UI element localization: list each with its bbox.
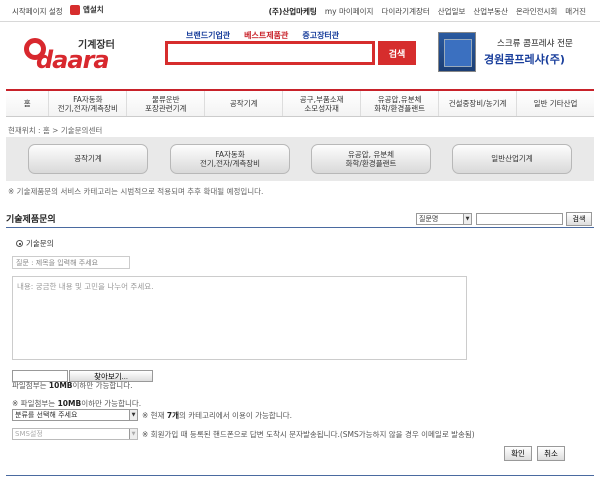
category-note-prefix: ※ 현재 [142,411,167,420]
util-link-mypage[interactable]: my 마이페이지 [325,6,374,17]
file-note-size: 10MB [48,381,73,390]
category-hydraulic-chemical[interactable]: 유공압,유분체 화학/환경플랜트 [361,91,440,116]
page-title: 기술제품문의 [6,215,56,225]
service-notice: ※ 기술제품문의 서비스 카테고리는 시범적으로 적용되며 추후 확대될 예정입… [8,187,264,196]
subcat-general-machinery[interactable]: 일반산업기계 [452,144,572,174]
category-home[interactable]: 홈 [6,91,50,116]
category-select-value: 분류를 선택해 주세요 [15,411,78,419]
chevron-down-icon: ▼ [129,429,137,439]
search-field-value: 질문명 [419,215,439,223]
util-link-company[interactable]: (주)산업마케팅 [269,6,317,17]
search-button[interactable]: 검색 [378,41,416,65]
board-search-input[interactable] [476,213,563,225]
category-tools-parts[interactable]: 공구,부품소재 소모성자재 [283,91,362,116]
sub-category-panel: 공작기계 FA자동화 전기,전자/계측장비 유공압, 유분체 화학/환경플랜트 … [6,137,594,181]
app-icon [70,4,80,15]
category-general-industry[interactable]: 일반 기타산업 [517,91,594,116]
board-search-button[interactable]: 검색 [566,212,592,226]
category-construction[interactable]: 건설중장비/농기계 [439,91,518,116]
category-select[interactable]: 분류를 선택해 주세요 ▼ [12,409,138,421]
category-count: 7개 [166,411,179,420]
daara-logo[interactable]: 기계장터 daara [24,32,134,77]
subcat-hydraulic-chemical[interactable]: 유공압, 유분체 화학/환경플랜트 [311,144,431,174]
util-link-daara[interactable]: 다이라기계장터 [381,6,429,17]
chevron-down-icon: ▼ [463,214,471,224]
utility-links: (주)산업마케팅 my 마이페이지 다이라기계장터 산업일보 산업부동산 온라인… [269,6,586,17]
app-install-link[interactable]: 앱설치 [70,4,104,15]
bottom-divider [6,475,594,476]
inquiry-type-radio[interactable]: 기술문의 [16,238,54,249]
file-note-suffix: 이하만 가능합니다. [72,381,133,390]
category-note-suffix: 의 카테고리에서 이용이 가능합니다. [178,411,293,420]
util-link-exhibition[interactable]: 온라인전시회 [516,6,557,17]
set-start-page-link[interactable]: 시작페이지 설정 [12,6,63,17]
breadcrumb: 현재위치 : 홈 > 기술문의센터 [8,126,103,135]
subcat-machine-tools[interactable]: 공작기계 [28,144,148,174]
file-note-prefix: 파일첨부는 [12,381,49,390]
radio-label: 기술문의 [26,239,54,248]
app-install-label: 앱설치 [83,5,104,14]
sms-select[interactable]: SMS설정 ▼ [12,428,138,440]
tab-best-products[interactable]: 베스트제품관 [244,30,288,41]
chevron-down-icon: ▼ [129,410,137,420]
top-utility-bar: 시작페이지 설정 앱설치 (주)산업마케팅 my 마이페이지 다이라기계장터 산… [0,0,600,22]
category-fa-automation[interactable]: FA자동화 전기,전자/계측장비 [49,91,128,116]
category-note: ※ 현재 7개의 카테고리에서 이용이 가능합니다. [142,410,292,421]
confirm-button[interactable]: 확인 [504,446,532,461]
category-nav: 홈 FA자동화 전기,전자/계측장비 물류운반 포장관련기계 공작기계 공구,부… [6,89,594,117]
sms-note: ※ 회원가입 때 등록된 핸드폰으로 답변 도착시 문자발송됩니다.(SMS가능… [142,430,475,439]
subcat-fa-automation[interactable]: FA자동화 전기,전자/계측장비 [170,144,290,174]
tab-brand-company[interactable]: 브랜드기업관 [186,30,230,41]
file-note2-prefix: ※ 파일첨부는 [12,399,58,408]
tab-used-market[interactable]: 중고장터관 [302,30,339,41]
search-input[interactable] [165,41,375,65]
cancel-button[interactable]: 취소 [537,446,565,461]
ad-company-link[interactable]: 경원콤프레샤(주) [484,51,565,67]
logo-wordmark: daara [36,46,110,74]
file-note2-size: 10MB [57,399,82,408]
ad-subtitle: 스크류 콤프레샤 전문 [497,39,573,49]
search-tabs: 브랜드기업관 베스트제품관 중고장터관 [186,30,339,41]
radio-selected-icon [16,240,23,247]
section-divider [6,227,594,228]
title-input[interactable]: 질문 : 제목을 입력해 주세요 [12,256,130,269]
category-machine-tools[interactable]: 공작기계 [205,91,284,116]
compressor-ad-image[interactable] [438,32,476,72]
file-note2-suffix: 이하만 가능합니다. [81,399,142,408]
divider [0,21,600,22]
search-field-select[interactable]: 질문명 ▼ [416,213,472,225]
util-link-news[interactable]: 산업일보 [438,6,466,17]
sms-select-value: SMS설정 [15,430,43,438]
file-size-note: 파일첨부는 10MB이하만 가능합니다. [12,380,132,391]
util-link-magazine[interactable]: 매거진 [565,6,586,17]
category-logistics[interactable]: 물류운반 포장관련기계 [127,91,206,116]
util-link-realestate[interactable]: 산업부동산 [473,6,508,17]
content-textarea[interactable]: 내용: 궁금한 내용 및 고민을 나누어 주세요. [12,276,467,360]
file-size-note-2: ※ 파일첨부는 10MB이하만 가능합니다. [12,398,141,409]
